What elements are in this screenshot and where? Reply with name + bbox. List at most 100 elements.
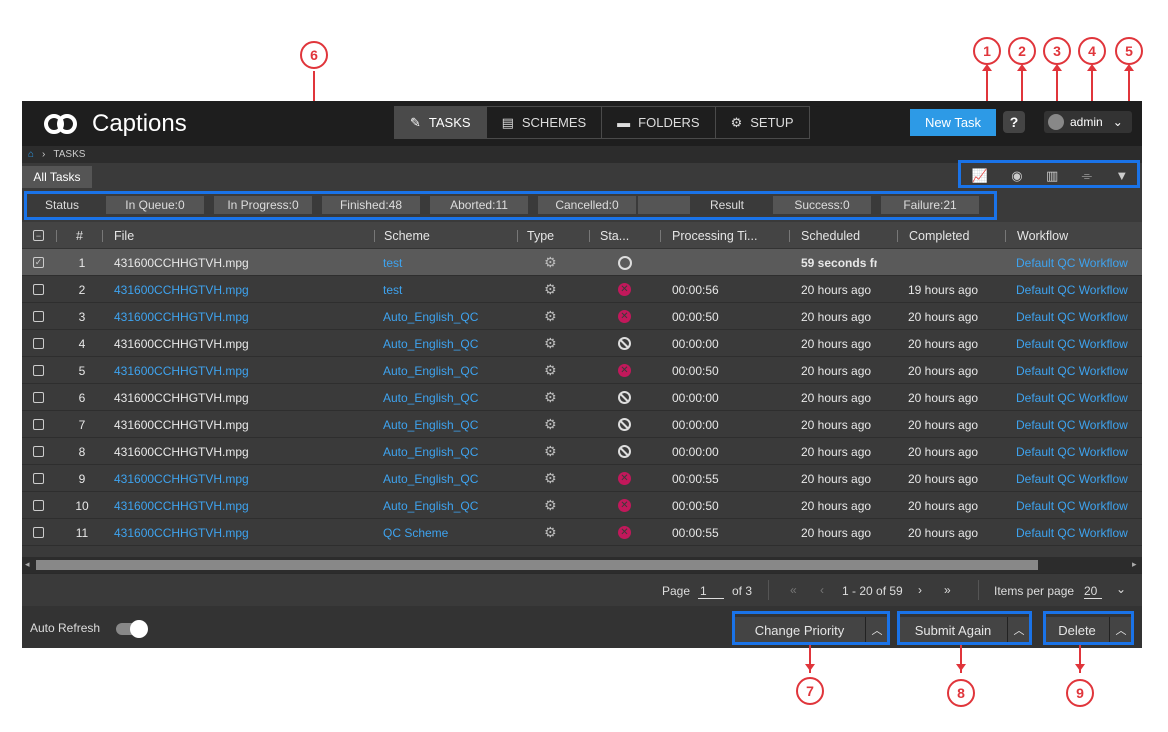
row-checkbox[interactable] [33, 473, 44, 484]
scroll-left-icon[interactable]: ◂ [25, 559, 30, 570]
table-row[interactable]: 7 431600CCHHGTVH.mpg Auto_English_QC ⚙ 00:00… [22, 411, 1142, 438]
workflow-link[interactable]: Default QC Workflow [1016, 411, 1140, 438]
next-page-icon[interactable]: › [918, 583, 922, 597]
type-qc-icon: ⚙ [544, 362, 557, 378]
workflow-link[interactable]: Default QC Workflow [1016, 276, 1140, 303]
prev-page-icon[interactable]: ‹ [820, 583, 824, 597]
scheduled-time: 20 hours ago [801, 336, 872, 351]
first-page-icon[interactable]: « [790, 583, 797, 597]
workflow-link[interactable]: Default QC Workflow [1016, 249, 1140, 276]
toggle-knob [130, 620, 148, 638]
workflow-link[interactable]: Default QC Workflow [1016, 303, 1140, 330]
row-checkbox[interactable]: ✓ [33, 257, 44, 268]
row-checkbox[interactable] [33, 527, 44, 538]
scroll-thumb[interactable] [36, 560, 1038, 570]
scroll-right-icon[interactable]: ▸ [1132, 559, 1137, 570]
items-per-page-select[interactable]: 20 [1084, 584, 1102, 599]
help-button[interactable]: ? [1003, 111, 1025, 133]
home-icon[interactable]: ⌂ [28, 149, 34, 160]
nav-tab-folders[interactable]: ▬ FOLDERS [602, 107, 716, 138]
workflow-link[interactable]: Default QC Workflow [1016, 492, 1140, 519]
table-row[interactable]: 8 431600CCHHGTVH.mpg Auto_English_QC ⚙ 00:00… [22, 438, 1142, 465]
scheme-link[interactable]: Auto_English_QC [383, 303, 513, 330]
header-processing-time[interactable]: Processing Ti... [672, 222, 757, 249]
row-checkbox[interactable] [33, 419, 44, 430]
file-name[interactable]: 431600CCHHGTVH.mpg [114, 465, 364, 492]
auto-refresh-toggle[interactable] [116, 620, 148, 638]
table-row[interactable]: 5 431600CCHHGTVH.mpg Auto_English_QC ⚙ ✕ 00:0… [22, 357, 1142, 384]
row-checkbox[interactable] [33, 365, 44, 376]
table-row[interactable]: ✓ 1 431600CCHHGTVH.mpg test ⚙ 59 seconds fro D… [22, 249, 1142, 276]
header-scheduled[interactable]: Scheduled [801, 222, 860, 249]
scheme-link[interactable]: Auto_English_QC [383, 384, 513, 411]
row-checkbox[interactable] [33, 311, 44, 322]
processing-time: 00:00:00 [672, 417, 719, 432]
workflow-link[interactable]: Default QC Workflow [1016, 465, 1140, 492]
table-row[interactable]: 6 431600CCHHGTVH.mpg Auto_English_QC ⚙ 00:00… [22, 384, 1142, 411]
table-row[interactable]: 11 431600CCHHGTVH.mpg QC Scheme ⚙ ✕ 00:00:55 2… [22, 519, 1142, 546]
scheme-link[interactable]: Auto_English_QC [383, 492, 513, 519]
scheme-link[interactable]: Auto_English_QC [383, 438, 513, 465]
row-number: 8 [78, 444, 86, 459]
header-completed[interactable]: Completed [909, 222, 969, 249]
workflow-link[interactable]: Default QC Workflow [1016, 330, 1140, 357]
table-row[interactable]: 9 431600CCHHGTVH.mpg Auto_English_QC ⚙ ✕ 00:0… [22, 465, 1142, 492]
file-name[interactable]: 431600CCHHGTVH.mpg [114, 492, 364, 519]
header-scheme[interactable]: Scheme [384, 222, 430, 249]
file-name[interactable]: 431600CCHHGTVH.mpg [114, 303, 364, 330]
header-separator [374, 230, 375, 242]
nav-tab-schemes[interactable]: ▤ SCHEMES [486, 107, 603, 138]
chevron-down-icon[interactable]: ⌄ [1116, 582, 1126, 596]
app-logo[interactable]: Captions [44, 110, 187, 138]
row-checkbox[interactable] [33, 446, 44, 457]
horizontal-scrollbar[interactable]: ◂ ▸ [22, 557, 1142, 573]
scheme-link[interactable]: Auto_English_QC [383, 411, 513, 438]
scheme-link[interactable]: QC Scheme [383, 519, 513, 546]
header-workflow[interactable]: Workflow [1017, 222, 1068, 249]
page-input[interactable]: 1 [698, 584, 724, 599]
file-name[interactable]: 431600CCHHGTVH.mpg [114, 276, 364, 303]
tab-all-tasks[interactable]: All Tasks [22, 166, 92, 188]
row-number: 6 [78, 390, 86, 405]
last-page-icon[interactable]: » [944, 583, 951, 597]
header-status[interactable]: Sta... [600, 222, 629, 249]
nav-tab-tasks[interactable]: ✎ TASKS [395, 107, 487, 138]
scheme-link[interactable]: Auto_English_QC [383, 465, 513, 492]
type-qc-icon: ⚙ [544, 254, 557, 270]
header-num[interactable]: # [76, 222, 83, 249]
file-name[interactable]: 431600CCHHGTVH.mpg [114, 519, 364, 546]
table-row[interactable]: 3 431600CCHHGTVH.mpg Auto_English_QC ⚙ ✕ 00:0… [22, 303, 1142, 330]
header-type[interactable]: Type [527, 222, 554, 249]
new-task-button[interactable]: New Task [910, 109, 996, 136]
row-checkbox[interactable] [33, 392, 44, 403]
main-nav: ✎ TASKS ▤ SCHEMES ▬ FOLDERS ⚙ SETUP [394, 106, 810, 139]
scheme-link[interactable]: Auto_English_QC [383, 330, 513, 357]
row-checkbox[interactable] [33, 338, 44, 349]
user-menu[interactable]: admin ⌄ [1044, 111, 1132, 133]
completed-time: 20 hours ago [908, 471, 979, 486]
scheme-link[interactable]: test [383, 249, 513, 276]
header-file[interactable]: File [114, 222, 134, 249]
row-checkbox[interactable] [33, 500, 44, 511]
type-qc-icon: ⚙ [544, 416, 557, 432]
nav-tab-setup[interactable]: ⚙ SETUP [715, 107, 809, 138]
workflow-link[interactable]: Default QC Workflow [1016, 438, 1140, 465]
select-all-checkbox[interactable]: − [33, 230, 44, 241]
workflow-link[interactable]: Default QC Workflow [1016, 519, 1140, 546]
scheme-link[interactable]: Auto_English_QC [383, 357, 513, 384]
header-separator [789, 230, 790, 242]
table-row[interactable]: 4 431600CCHHGTVH.mpg Auto_English_QC ⚙ 00:00… [22, 330, 1142, 357]
completed-time: 20 hours ago [908, 309, 979, 324]
table-row[interactable]: 2 431600CCHHGTVH.mpg test ⚙ ✕ 00:00:56 20 hour… [22, 276, 1142, 303]
row-checkbox[interactable] [33, 284, 44, 295]
callout-8: 8 [947, 679, 975, 707]
task-table-body: ✓ 1 431600CCHHGTVH.mpg test ⚙ 59 seconds fro D… [22, 249, 1142, 547]
file-name[interactable]: 431600CCHHGTVH.mpg [114, 357, 364, 384]
table-row[interactable]: 10 431600CCHHGTVH.mpg Auto_English_QC ⚙ ✕ 00:… [22, 492, 1142, 519]
workflow-link[interactable]: Default QC Workflow [1016, 384, 1140, 411]
scheme-link[interactable]: test [383, 276, 513, 303]
chevron-down-icon: ⌄ [1112, 115, 1123, 129]
callout-2-arrow [1017, 64, 1027, 71]
page-label: Page [662, 584, 691, 598]
workflow-link[interactable]: Default QC Workflow [1016, 357, 1140, 384]
